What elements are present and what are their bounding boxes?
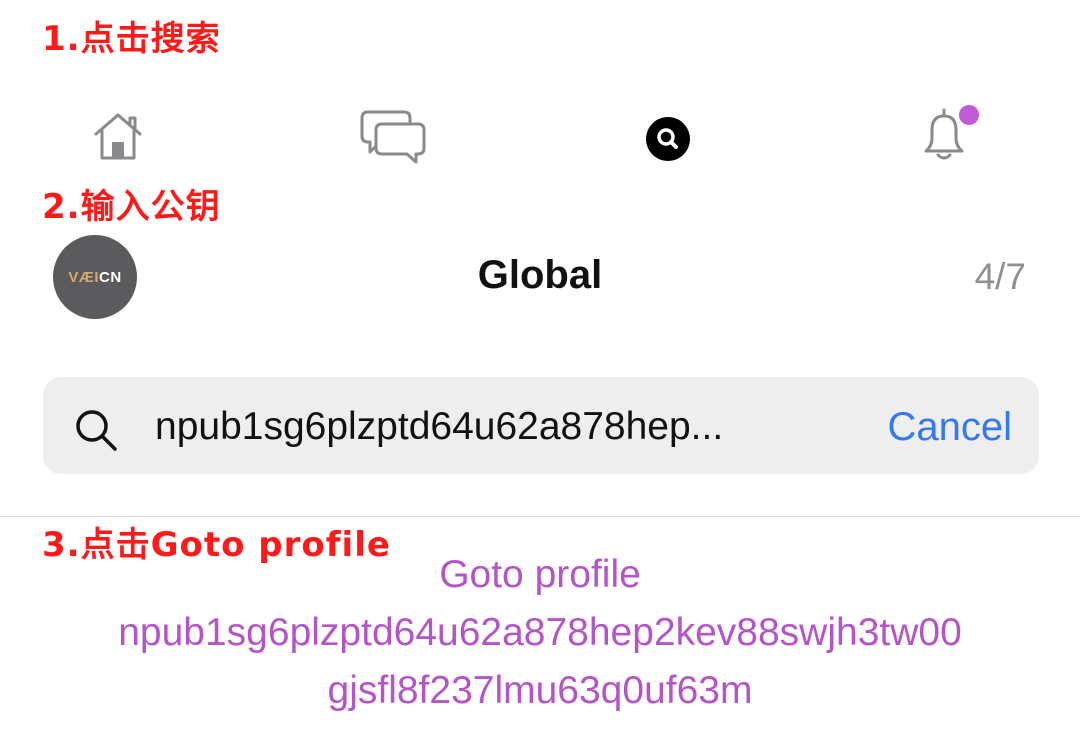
annotation-step-2: 2.输入公钥 bbox=[42, 187, 221, 227]
page-title: Global bbox=[477, 253, 603, 297]
npub-line-1: npub1sg6plzptd64u62a878hep2kev88swjh3tw0… bbox=[118, 611, 962, 654]
bell-icon[interactable] bbox=[918, 104, 984, 164]
annotation-step-1: 1.点击搜索 bbox=[42, 19, 221, 59]
search-icon bbox=[76, 410, 117, 451]
divider bbox=[0, 516, 1080, 517]
chat-bubbles-icon[interactable] bbox=[360, 108, 426, 164]
home-icon[interactable] bbox=[90, 110, 146, 162]
search-bar: Cancel bbox=[43, 377, 1039, 474]
cancel-button[interactable]: Cancel bbox=[887, 405, 1012, 449]
search-icon[interactable] bbox=[645, 116, 691, 162]
search-input[interactable] bbox=[155, 405, 835, 449]
goto-profile-label: Goto profile bbox=[439, 553, 641, 596]
notification-dot bbox=[959, 105, 979, 125]
goto-profile-result[interactable]: Goto profile npub1sg6plzptd64u62a878hep2… bbox=[0, 546, 1080, 720]
npub-line-2: gjsfl8f237lmu63q0uf63m bbox=[327, 669, 753, 712]
relay-counter: 4/7 bbox=[974, 256, 1026, 297]
